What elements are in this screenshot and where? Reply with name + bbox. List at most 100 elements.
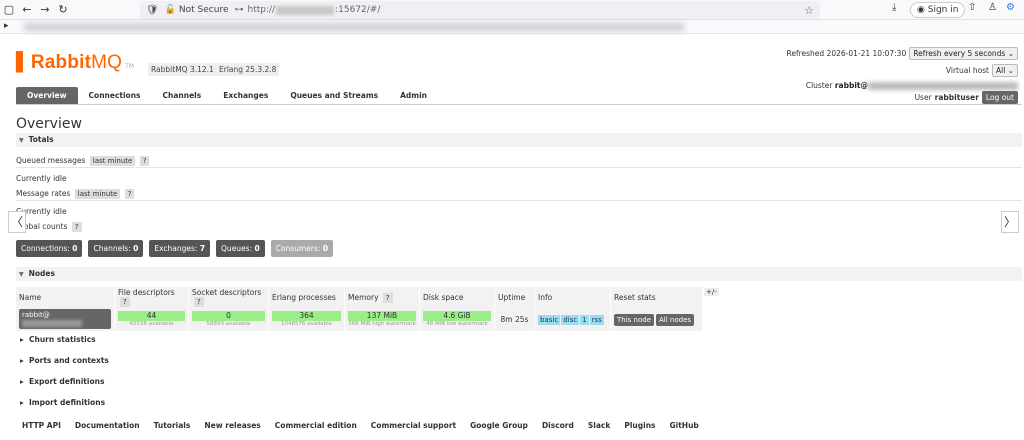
disk-gauge: 4.6 GiB (423, 311, 491, 321)
fd-gauge: 44 (118, 311, 185, 321)
uptime-cell: 8m 25s (494, 307, 535, 331)
footer-link-tutorials[interactable]: Tutorials (154, 421, 191, 430)
help-icon[interactable]: ? (71, 222, 82, 232)
extension-icon[interactable]: ⚙ (1006, 2, 1015, 13)
share-icon[interactable]: ⇧ (968, 2, 976, 13)
exchanges-count-button[interactable]: Exchanges: 7 (149, 240, 211, 257)
forward-icon[interactable]: → (36, 3, 54, 16)
disk-cell: 4.6 GiB 48 MiB low watermark (419, 307, 495, 331)
export-definitions-section[interactable]: ▸ Export definitions (20, 377, 104, 386)
info-tag: rss (589, 314, 604, 325)
help-icon[interactable]: ? (382, 292, 393, 303)
col-file-descriptors: File descriptors ? (114, 287, 189, 307)
col-uptime: Uptime (494, 287, 535, 307)
expand-arrow-icon: ▸ (20, 335, 24, 344)
info-tag: basic (538, 314, 561, 325)
queued-range-pill[interactable]: last minute (89, 156, 136, 166)
tab-connections[interactable]: Connections (78, 87, 152, 104)
rabbitmq-version: RabbitMQ 3.12.1 (148, 63, 217, 76)
fd-cell: 44 65536 available (114, 307, 189, 331)
sd-cell: 0 58893 available (188, 307, 269, 331)
tab-exchanges[interactable]: Exchanges (212, 87, 279, 104)
sidebar-icon[interactable]: ▢ (0, 3, 18, 16)
url-redacted (276, 5, 335, 15)
expand-arrow-icon: ▸ (20, 356, 24, 365)
footer-link-new-releases[interactable]: New releases (204, 421, 260, 430)
ports-contexts-section[interactable]: ▸ Ports and contexts (20, 356, 109, 365)
footer-link-slack[interactable]: Slack (588, 421, 610, 430)
refresh-select[interactable]: Refresh every 5 seconds ⌄ (909, 47, 1018, 60)
channels-count-button[interactable]: Channels: 0 (88, 240, 144, 257)
back-icon[interactable]: ← (18, 3, 36, 16)
collapse-arrow-icon: ▼ (19, 271, 24, 278)
nodes-table: Name File descriptors ? Socket descripto… (16, 287, 703, 331)
reset-all-nodes-button[interactable]: All nodes (656, 313, 695, 326)
import-definitions-section[interactable]: ▸ Import definitions (20, 398, 105, 407)
footer-link-commercial-edition[interactable]: Commercial edition (275, 421, 357, 430)
tab-admin[interactable]: Admin (389, 87, 438, 104)
column-toggle-button[interactable]: +/- (704, 288, 719, 296)
rates-range-pill[interactable]: last minute (74, 189, 121, 199)
refreshed-label: Refreshed 2026-01-21 10:07:30 (786, 49, 907, 58)
bookmark-star-icon[interactable]: ☆ (804, 4, 814, 17)
col-name: Name (16, 287, 115, 307)
expand-arrow-icon: ▸ (20, 398, 24, 407)
download-icon[interactable]: ⤓ (892, 2, 896, 13)
footer-link-http-api[interactable]: HTTP API (22, 421, 61, 430)
user-name: rabbituser (934, 93, 979, 102)
help-icon[interactable]: ? (124, 189, 135, 199)
divider (16, 200, 1022, 201)
tab-channels[interactable]: Channels (152, 87, 213, 104)
footer-link-plugins[interactable]: Plugins (624, 421, 655, 430)
bookmark-folder-icon[interactable]: ▸ (4, 21, 9, 31)
nodes-section-header[interactable]: ▼ Nodes (16, 267, 1022, 281)
logout-button[interactable]: Log out (981, 91, 1018, 104)
footer-link-documentation[interactable]: Documentation (75, 421, 140, 430)
footer-link-github[interactable]: GitHub (670, 421, 699, 430)
divider (16, 167, 1022, 168)
tab-queues-streams[interactable]: Queues and Streams (279, 87, 389, 104)
cluster-redacted (868, 82, 1018, 90)
mem-gauge: 137 MiB (348, 311, 416, 321)
connections-count-button[interactable]: Connections: 0 (16, 240, 83, 257)
reload-icon[interactable]: ↻ (54, 3, 72, 16)
address-bar[interactable]: 🛡 🔓 Not Secure ⊶ http:// :15672/#/ ☆ (140, 1, 820, 19)
ep-gauge: 364 (272, 311, 341, 321)
rabbitmq-logo[interactable]: ▌ RabbitMQ TM (16, 52, 134, 74)
signin-button[interactable]: ◉ Sign in (910, 2, 966, 18)
sd-gauge: 0 (192, 311, 265, 321)
footer-links: HTTP API Documentation Tutorials New rel… (22, 421, 699, 430)
col-socket-descriptors: Socket descriptors ? (188, 287, 269, 307)
carousel-prev-icon[interactable]: 〈 (8, 211, 26, 233)
help-icon[interactable]: ? (139, 156, 150, 166)
profile-icon[interactable]: ♙ (988, 2, 997, 13)
key-icon[interactable]: ⊶ (235, 5, 244, 15)
idle-text-1: Currently idle (16, 174, 67, 183)
node-name-link[interactable]: rabbit@ (19, 309, 111, 329)
info-tag: disc (561, 314, 580, 325)
col-erlang-processes: Erlang processes (268, 287, 345, 307)
vhost-select[interactable]: All ⌄ (992, 64, 1018, 77)
help-icon[interactable]: ? (120, 297, 130, 307)
help-icon[interactable]: ? (194, 297, 204, 307)
node-name-cell: rabbit@ (16, 307, 115, 331)
info-tag: 1 (580, 314, 589, 325)
col-info: Info (534, 287, 611, 307)
reset-this-node-button[interactable]: This node (614, 313, 654, 326)
shield-icon[interactable]: 🛡 (146, 5, 159, 16)
footer-link-commercial-support[interactable]: Commercial support (371, 421, 456, 430)
carousel-next-icon[interactable]: 〉 (1001, 211, 1019, 233)
totals-section-header[interactable]: ▼ Totals (16, 133, 1022, 147)
footer-link-discord[interactable]: Discord (542, 421, 574, 430)
footer-link-google-group[interactable]: Google Group (470, 421, 528, 430)
consumers-count-button[interactable]: Consumers: 0 (270, 240, 334, 257)
queued-messages-row: Queued messages last minute ? (16, 156, 150, 166)
churn-statistics-section[interactable]: ▸ Churn statistics (20, 335, 96, 344)
tab-overview[interactable]: Overview (16, 87, 78, 104)
vhost-label: Virtual host (945, 66, 990, 75)
queues-count-button[interactable]: Queues: 0 (216, 240, 265, 257)
insecure-lock-icon[interactable]: 🔓 (165, 5, 176, 15)
vhost-control: Virtual host All ⌄ (946, 64, 1018, 77)
global-counts: Connections: 0 Channels: 0 Exchanges: 7 … (16, 240, 334, 257)
url-prefix: http:// (247, 5, 276, 15)
